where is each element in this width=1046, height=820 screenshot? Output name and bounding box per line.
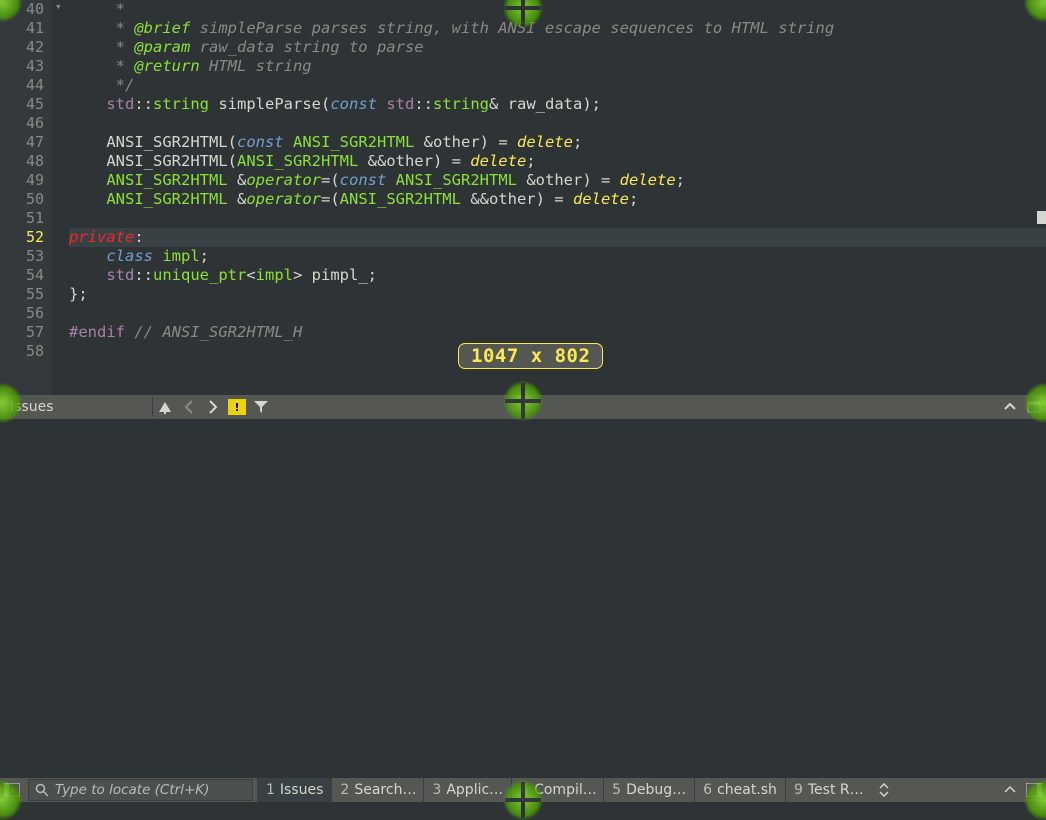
- line-number: 46: [0, 114, 52, 133]
- code-line[interactable]: [69, 209, 1046, 228]
- fold-column[interactable]: ▾: [52, 0, 69, 395]
- tab-overflow-icon[interactable]: [872, 778, 896, 802]
- prev-issue-icon[interactable]: [178, 396, 200, 418]
- code-line[interactable]: [69, 304, 1046, 323]
- output-tab-debug[interactable]: 5Debug…: [603, 778, 694, 802]
- left-sidebar-toggle-icon[interactable]: [0, 778, 24, 802]
- code-line[interactable]: ANSI_SGR2HTML &operator=(ANSI_SGR2HTML &…: [69, 190, 1046, 209]
- minimize-panel-icon[interactable]: [999, 396, 1021, 418]
- line-number: 54: [0, 266, 52, 285]
- line-number: 47: [0, 133, 52, 152]
- line-number: 48: [0, 152, 52, 171]
- code-line[interactable]: *: [69, 0, 1046, 19]
- code-line[interactable]: * @brief simpleParse parses string, with…: [69, 19, 1046, 38]
- line-number: 56: [0, 304, 52, 323]
- line-number: 57: [0, 323, 52, 342]
- code-line[interactable]: std::unique_ptr<impl> pimpl_;: [69, 266, 1046, 285]
- line-number: 53: [0, 247, 52, 266]
- code-line[interactable]: */: [69, 76, 1046, 95]
- code-line[interactable]: class impl;: [69, 247, 1046, 266]
- maximize-panel-icon[interactable]: [1023, 396, 1045, 418]
- line-number: 41: [0, 19, 52, 38]
- line-number: 58: [0, 342, 52, 361]
- code-line[interactable]: std::string simpleParse(const std::strin…: [69, 95, 1046, 114]
- code-line[interactable]: private:: [69, 228, 1046, 247]
- code-line[interactable]: };: [69, 285, 1046, 304]
- build-icon[interactable]: [154, 396, 176, 418]
- code-area[interactable]: * * @brief simpleParse parses string, wi…: [69, 0, 1046, 395]
- output-tab-search[interactable]: 2Search…: [331, 778, 423, 802]
- output-tab-compil[interactable]: 4Compil…: [511, 778, 603, 802]
- output-tab-issues[interactable]: 1Issues: [257, 778, 331, 802]
- scrollbar-thumb[interactable]: [1037, 211, 1046, 224]
- line-number: 40: [0, 0, 52, 19]
- code-line[interactable]: [69, 114, 1046, 133]
- line-number: 45: [0, 95, 52, 114]
- code-editor[interactable]: 40414243444546474849505152535455565758 ▾…: [0, 0, 1046, 395]
- right-sidebar-toggle-icon[interactable]: [1022, 778, 1046, 802]
- fold-marker-icon[interactable]: ▾: [55, 0, 62, 13]
- next-issue-icon[interactable]: [202, 396, 224, 418]
- code-line[interactable]: * @param raw_data string to parse: [69, 38, 1046, 57]
- close-panel-icon[interactable]: [998, 778, 1022, 802]
- locator-input[interactable]: [55, 782, 246, 798]
- output-tab-cheatsh[interactable]: 6cheat.sh: [694, 778, 785, 802]
- line-number: 50: [0, 190, 52, 209]
- code-line[interactable]: #endif // ANSI_SGR2HTML_H: [69, 323, 1046, 342]
- code-line[interactable]: ANSI_SGR2HTML(const ANSI_SGR2HTML &other…: [69, 133, 1046, 152]
- code-line[interactable]: * @return HTML string: [69, 57, 1046, 76]
- line-number-gutter: 40414243444546474849505152535455565758: [0, 0, 52, 395]
- line-number: 42: [0, 38, 52, 57]
- line-number: 44: [0, 76, 52, 95]
- code-line[interactable]: ANSI_SGR2HTML &operator=(const ANSI_SGR2…: [69, 171, 1046, 190]
- dimensions-badge: 1047 x 802: [458, 343, 603, 369]
- line-number: 49: [0, 171, 52, 190]
- warning-filter-icon[interactable]: !: [226, 396, 248, 418]
- issues-panel-title: Issues: [0, 399, 152, 415]
- output-tab-applic[interactable]: 3Applic…: [423, 778, 511, 802]
- code-line[interactable]: ANSI_SGR2HTML(ANSI_SGR2HTML &&other) = d…: [69, 152, 1046, 171]
- filter-icon[interactable]: [250, 396, 272, 418]
- locator-field[interactable]: [28, 779, 253, 801]
- line-number: 55: [0, 285, 52, 304]
- line-number: 51: [0, 209, 52, 228]
- line-number: 52: [0, 228, 52, 247]
- status-bar: 1Issues2Search…3Applic…4Compil…5Debug…6c…: [0, 778, 1046, 802]
- search-icon: [35, 783, 49, 797]
- output-tab-testr[interactable]: 9Test R…: [785, 778, 872, 802]
- issues-panel-body[interactable]: [0, 419, 1046, 778]
- issues-panel-header: Issues !: [0, 395, 1046, 419]
- output-pane-tabs: 1Issues2Search…3Applic…4Compil…5Debug…6c…: [257, 778, 872, 802]
- line-number: 43: [0, 57, 52, 76]
